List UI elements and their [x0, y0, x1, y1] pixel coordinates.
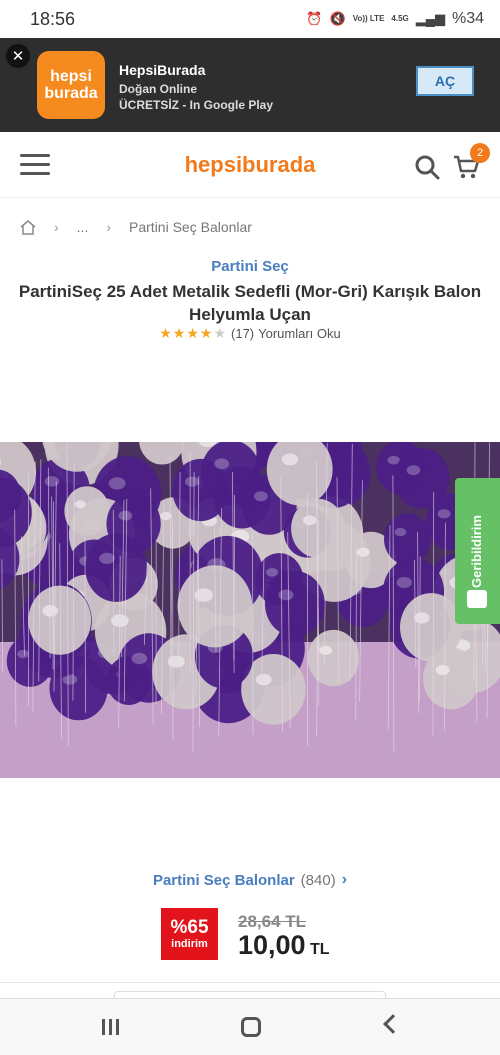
chevron-right-icon: › [106, 219, 112, 235]
close-icon[interactable]: ✕ [6, 44, 30, 68]
status-time: 18:56 [30, 8, 76, 29]
product-page: 18:56 ⏰ 🔇 Vo)) LTE 4.5G ▂▄▆ %34 ✕ hepsi … [0, 0, 500, 1055]
breadcrumb-ellipsis[interactable]: ... [77, 219, 89, 235]
site-header: hepsiburada [0, 132, 500, 198]
signal-icon: ▂▄▆ [415, 11, 445, 26]
chevron-right-icon[interactable]: › [342, 871, 347, 889]
product-brand-link[interactable]: Partini Seç [0, 258, 500, 275]
open-app-button[interactable]: AÇ [416, 66, 474, 96]
breadcrumb: › ... › Partini Seç Balonlar [20, 219, 252, 235]
old-price: 28,64 TL [238, 912, 307, 931]
alarm-icon: ⏰ [306, 11, 323, 26]
price-amount: 10,00 [238, 930, 306, 960]
app-publisher: Doğan Online [119, 82, 197, 96]
feedback-label: Geribildirim [469, 515, 484, 588]
store-product-count: (840) [300, 871, 336, 889]
recent-apps-icon[interactable] [102, 1019, 122, 1035]
store-link[interactable]: Partini Seç Balonlar (840) › [0, 871, 500, 889]
mute-icon: 🔇 [329, 11, 346, 26]
star-empty-icon: ★ [213, 325, 228, 341]
discount-label: indirim [171, 938, 208, 950]
app-logo-line1: hepsi [50, 68, 92, 85]
reviews-link[interactable]: Yorumları Oku [258, 326, 341, 341]
app-install-banner: ✕ hepsi burada HepsiBurada Doğan Online … [0, 38, 500, 132]
app-name: HepsiBurada [119, 62, 206, 78]
star-icon: ★★★★ [159, 325, 214, 341]
home-button-icon[interactable] [241, 1017, 261, 1037]
price-currency: TL [310, 941, 330, 958]
rating-stars: ★★★★★ [159, 325, 227, 342]
store-name[interactable]: Partini Seç Balonlar [153, 872, 295, 889]
app-logo-line2: burada [44, 85, 98, 102]
back-icon[interactable] [383, 1014, 403, 1034]
app-subtitle: ÜCRETSİZ - In Google Play [119, 98, 274, 112]
status-bar: 18:56 ⏰ 🔇 Vo)) LTE 4.5G ▂▄▆ %34 [0, 0, 500, 38]
battery-level: %34 [451, 10, 484, 27]
breadcrumb-current[interactable]: Partini Seç Balonlar [129, 219, 252, 235]
volte-label: Vo)) LTE [352, 14, 385, 23]
review-count: (17) [231, 326, 255, 341]
status-icons: ⏰ 🔇 Vo)) LTE 4.5G ▂▄▆ %34 [306, 10, 484, 28]
product-image[interactable] [0, 442, 500, 778]
network-speed-label: 4.5G [391, 14, 409, 23]
current-price: 10,00 TL [238, 930, 330, 961]
cart-count-badge: 2 [470, 143, 490, 163]
feedback-tab[interactable]: Geribildirim [455, 478, 500, 624]
balloon-photo [0, 442, 500, 778]
system-nav-bar [0, 998, 500, 1055]
chevron-right-icon: › [54, 219, 59, 235]
search-icon[interactable] [414, 154, 440, 180]
discount-badge: %65 indirim [161, 908, 218, 960]
product-title: PartiniSeç 25 Adet Metalik Sedefli (Mor-… [18, 282, 482, 324]
discount-percent: %65 [170, 917, 209, 938]
product-rating: ★★★★★ (17) Yorumları Oku [0, 325, 500, 342]
app-logo: hepsi burada [37, 51, 105, 119]
chat-icon [467, 590, 487, 608]
home-icon[interactable] [20, 219, 36, 235]
